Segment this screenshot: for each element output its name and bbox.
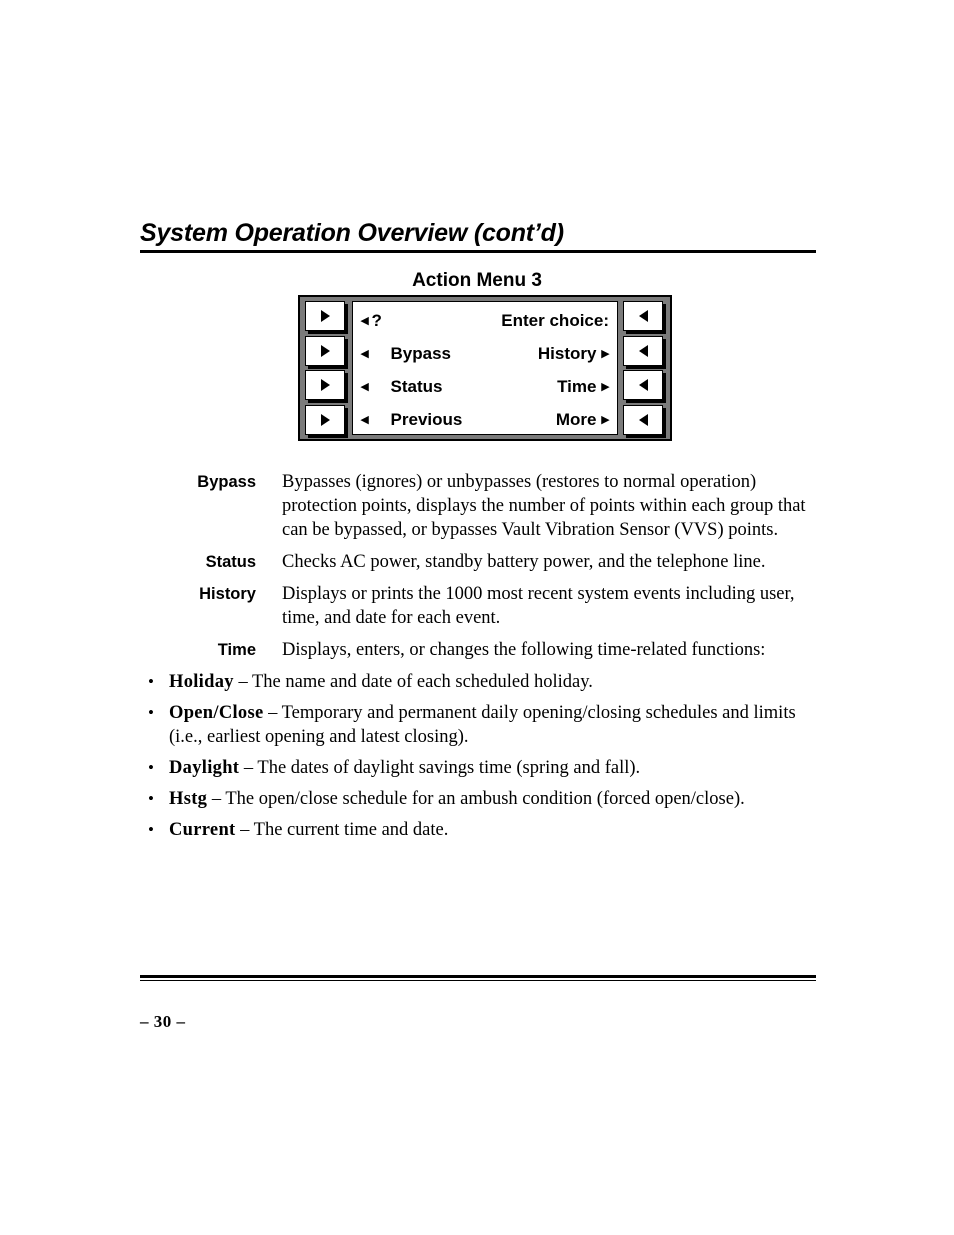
list-item-body: – The dates of daylight savings time (sp…: [239, 758, 641, 778]
bullet-icon: •: [148, 820, 154, 839]
bullet-icon: •: [148, 703, 154, 722]
list-item: • Hstg – The open/close schedule for an …: [144, 787, 830, 811]
arrow-right-icon: ▸: [601, 345, 609, 362]
lcd-row-1-left: ◂ ?: [361, 304, 382, 337]
right-soft-key-4[interactable]: [623, 404, 663, 435]
page-number: – 30 –: [140, 1012, 186, 1031]
list-item-term: Daylight: [169, 758, 240, 778]
bullet-icon: •: [148, 789, 154, 808]
list-item-body: – The current time and date.: [235, 820, 449, 840]
bullet-icon: •: [148, 758, 154, 777]
lcd-row-3: ◂ Status Time ▸: [361, 370, 609, 403]
list-item: • Holiday – The name and date of each sc…: [144, 670, 830, 694]
triangle-left-icon: [638, 344, 648, 357]
lcd-row-1-right-label: Enter choice:: [501, 311, 609, 330]
keypad-diagram: ◂ ? Enter choice: ◂ Bypass History ▸ ◂ S: [298, 295, 672, 441]
footer-divider: [140, 975, 816, 981]
left-soft-key-4[interactable]: [305, 404, 345, 435]
lcd-row-2-left: ◂ Bypass: [361, 337, 451, 370]
lcd-row-2-left-label: Bypass: [390, 344, 452, 363]
lcd-row-1-right: Enter choice:: [501, 304, 609, 337]
bullet-list: • Holiday – The name and date of each sc…: [140, 670, 830, 842]
list-item: • Current – The current time and date.: [144, 818, 830, 842]
lcd-row-3-left: ◂ Status: [361, 370, 443, 403]
lcd-row-3-right-label: Time: [557, 377, 597, 396]
figure-title: Action Menu 3: [412, 270, 542, 291]
list-item: • Daylight – The dates of daylight savin…: [144, 756, 830, 780]
arrow-left-icon: ◂: [361, 378, 369, 395]
arrow-right-icon: ▸: [601, 411, 609, 428]
left-button-column: [303, 300, 349, 436]
left-soft-key-1[interactable]: [305, 301, 345, 331]
list-item-text: Hstg – The open/close schedule for an am…: [169, 787, 830, 811]
list-item-text: Holiday – The name and date of each sche…: [169, 670, 830, 694]
triangle-right-icon: [320, 310, 330, 322]
left-soft-key-2[interactable]: [305, 335, 345, 366]
lcd-row-4-right: More ▸: [556, 403, 609, 436]
list-item-term: Holiday: [169, 672, 234, 692]
definition-list: Bypass Bypasses (ignores) or unbypasses …: [140, 470, 830, 849]
right-soft-key-3[interactable]: [623, 370, 663, 401]
definition-term-status: Status: [205, 553, 256, 571]
arrow-left-icon: ◂: [361, 411, 369, 428]
definition-row: Bypass Bypasses (ignores) or unbypasses …: [140, 470, 830, 542]
triangle-right-icon: [320, 413, 330, 426]
definition-row: Time Displays, enters, or changes the fo…: [140, 638, 830, 662]
left-soft-key-3[interactable]: [305, 370, 345, 401]
triangle-left-icon: [638, 379, 648, 392]
page-header: System Operation Overview (cont’d): [140, 218, 816, 253]
page-title: System Operation Overview (cont’d): [140, 219, 564, 247]
arrow-right-icon: ▸: [601, 378, 609, 395]
lcd-row-3-right: Time ▸: [557, 370, 609, 403]
lcd-display: ◂ ? Enter choice: ◂ Bypass History ▸ ◂ S: [352, 301, 618, 435]
lcd-row-4: ◂ Previous More ▸: [361, 403, 609, 436]
right-button-column: [621, 300, 667, 436]
arrow-left-icon: ◂: [361, 345, 369, 362]
definition-description-time: Displays, enters, or changes the followi…: [282, 640, 766, 660]
list-item-term: Open/Close: [169, 703, 264, 723]
lcd-row-2-right: History ▸: [538, 337, 609, 370]
right-soft-key-1[interactable]: [623, 301, 663, 331]
lcd-row-4-left: ◂ Previous: [361, 403, 462, 436]
list-item-term: Hstg: [169, 789, 208, 809]
list-item-text: Daylight – The dates of daylight savings…: [169, 756, 830, 780]
lcd-row-3-left-label: Status: [390, 377, 443, 396]
list-item-body: – The open/close schedule for an ambush …: [207, 789, 745, 809]
definition-row: Status Checks AC power, standby battery …: [140, 550, 830, 574]
lcd-row-1: ◂ ? Enter choice:: [361, 304, 609, 337]
lcd-row-2: ◂ Bypass History ▸: [361, 337, 609, 370]
definition-term-bypass: Bypass: [197, 473, 256, 491]
list-item: • Open/Close – Temporary and permanent d…: [144, 701, 830, 749]
bullet-icon: •: [148, 672, 154, 691]
list-item-text: Open/Close – Temporary and permanent dai…: [169, 701, 830, 749]
definition-description-bypass: Bypasses (ignores) or unbypasses (restor…: [282, 472, 806, 540]
definition-row: History Displays or prints the 1000 most…: [140, 582, 830, 630]
right-soft-key-2[interactable]: [623, 335, 663, 366]
arrow-left-icon: ◂: [361, 312, 369, 329]
triangle-left-icon: [638, 413, 648, 426]
lcd-row-2-right-label: History: [537, 344, 597, 363]
lcd-row-1-left-label: ?: [371, 311, 382, 330]
list-item-text: Current – The current time and date.: [169, 818, 830, 842]
list-item-body: – The name and date of each scheduled ho…: [233, 672, 593, 692]
triangle-left-icon: [638, 310, 648, 322]
triangle-right-icon: [320, 379, 330, 392]
lcd-row-4-right-label: More: [555, 410, 597, 429]
definition-description-history: Displays or prints the 1000 most recent …: [282, 584, 795, 628]
definition-term-history: History: [199, 585, 256, 603]
header-divider: [140, 250, 816, 253]
triangle-right-icon: [320, 344, 330, 357]
definition-description-status: Checks AC power, standby battery power, …: [282, 552, 766, 572]
list-item-term: Current: [169, 820, 236, 840]
lcd-row-4-left-label: Previous: [390, 410, 463, 429]
list-item-body: – Temporary and permanent daily opening/…: [169, 703, 796, 747]
definition-term-time: Time: [217, 641, 256, 659]
